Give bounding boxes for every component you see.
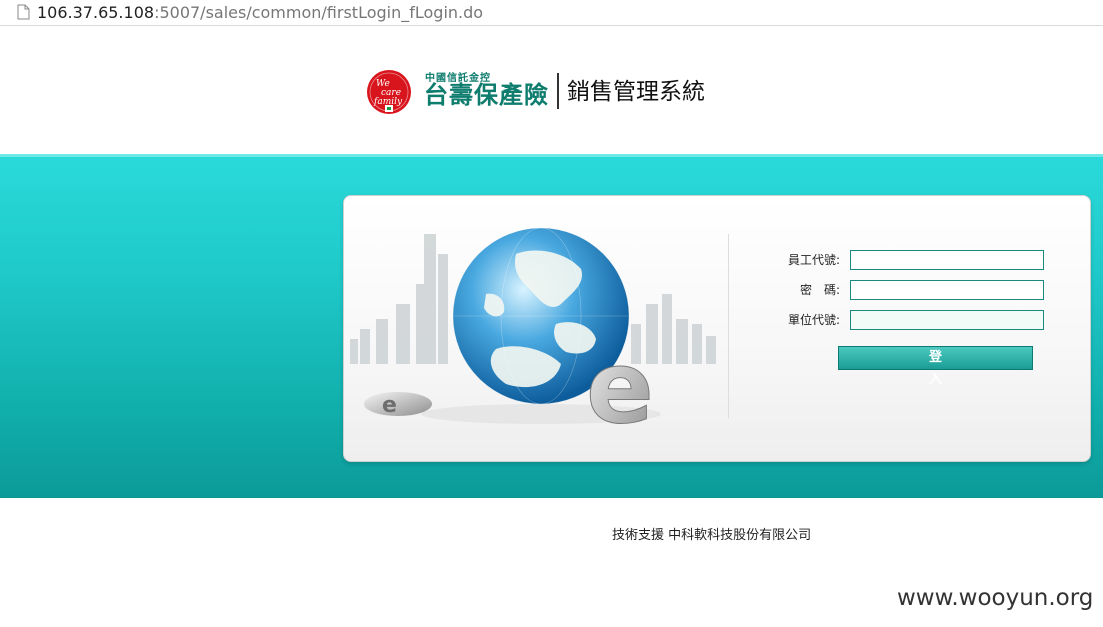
address-bar[interactable]: 106.37.65.108:5007/sales/common/firstLog… <box>0 0 1103 26</box>
url-path: :5007/sales/common/firstLogin_fLogin.do <box>154 3 484 22</box>
band-highlight <box>0 154 1103 157</box>
svg-text:e: e <box>382 393 397 418</box>
employee-id-label: 員工代號: <box>787 253 840 267</box>
password-input[interactable] <box>850 280 1044 300</box>
logo-company-name: 台壽保產險 <box>424 81 549 109</box>
login-button[interactable]: 登入 <box>838 346 1033 387</box>
document-icon <box>17 4 30 20</box>
login-panel: e e 員工代號: 密 碼: 單位代號: 登入 <box>343 195 1091 462</box>
unit-id-input[interactable] <box>850 310 1044 330</box>
employee-id-input[interactable] <box>850 250 1044 270</box>
globe-city-illustration: e e <box>350 227 716 442</box>
logo-divider <box>557 73 559 109</box>
password-label: 密 碼: <box>799 283 840 297</box>
url-host: 106.37.65.108 <box>37 3 155 22</box>
panel-divider <box>728 234 729 418</box>
unit-id-label: 單位代號: <box>787 313 840 327</box>
footer-support-text: 技術支援 中科軟科技股份有限公司 <box>612 528 812 543</box>
we-care-family-logo-icon: We care family <box>367 70 411 114</box>
system-title: 銷售管理系統 <box>567 79 705 105</box>
brand-logo: We care family 中國信託金控 台壽保產險 銷售管理系統 <box>366 69 726 121</box>
svg-text:e: e <box>586 329 654 442</box>
watermark-text: www.wooyun.org <box>897 585 1094 611</box>
url-text[interactable]: 106.37.65.108:5007/sales/common/firstLog… <box>37 3 483 23</box>
